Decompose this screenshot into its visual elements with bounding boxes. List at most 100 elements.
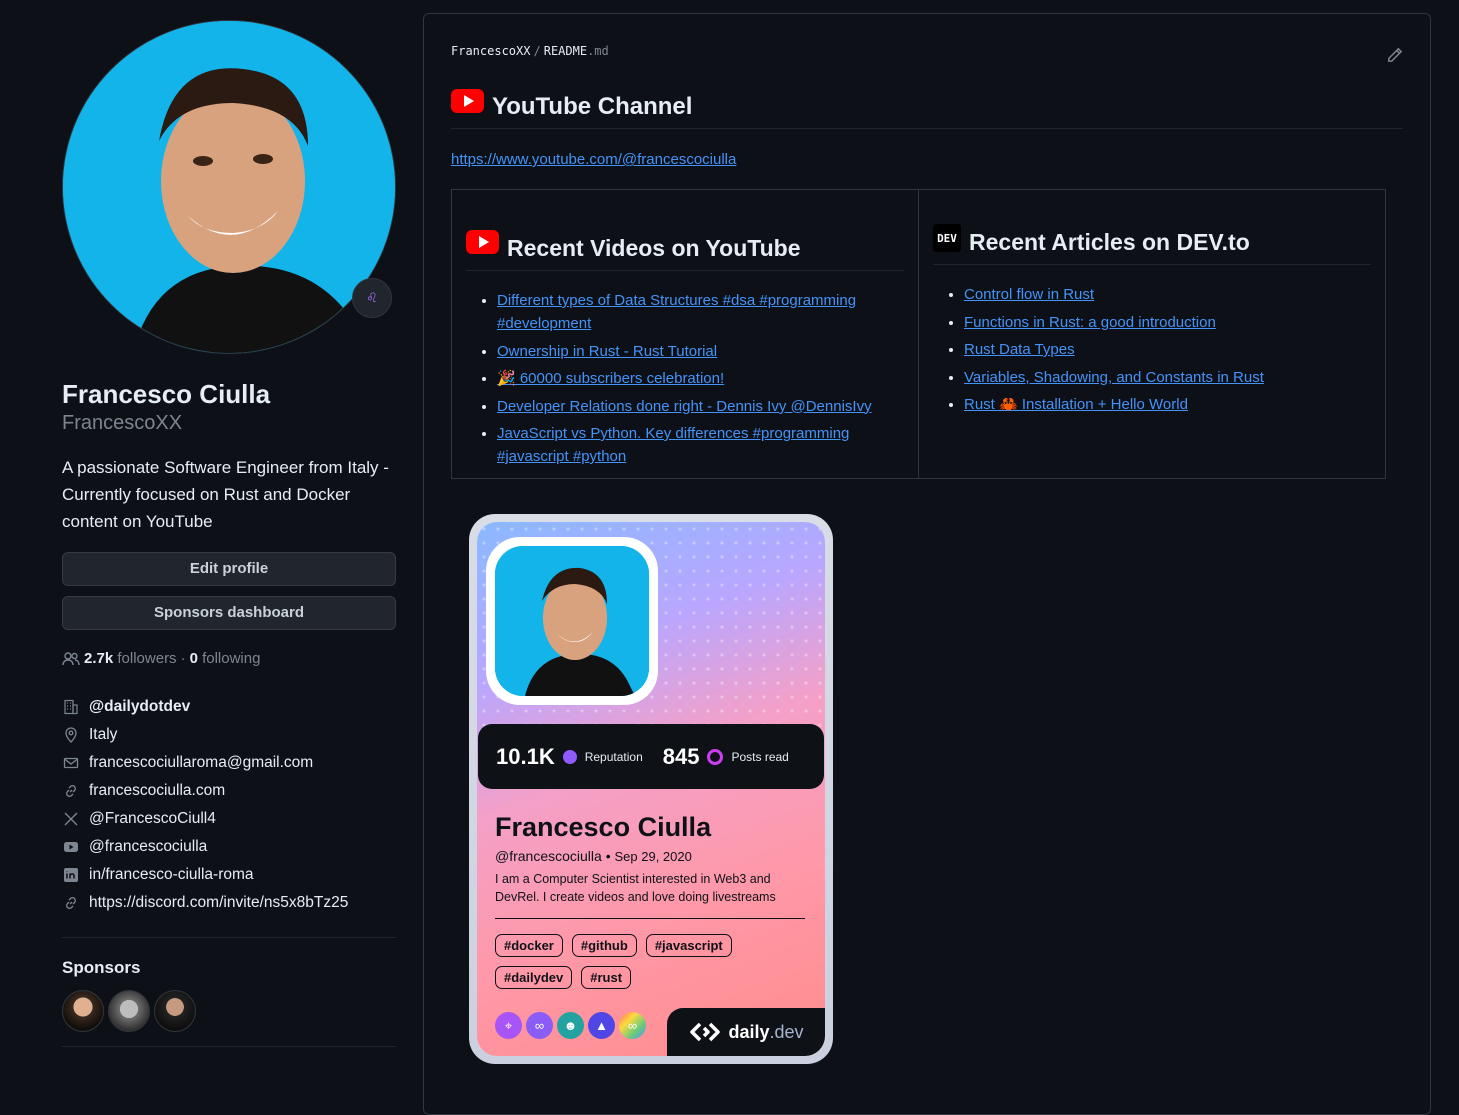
tag-rust: #rust (581, 966, 632, 989)
list-item: Developer Relations done right - Dennis … (497, 395, 904, 418)
readme-file-ext: .md (587, 44, 609, 58)
detail-youtube-text: @francescociulla (89, 838, 208, 855)
devcard-handle: @francescociulla (495, 848, 602, 864)
avatar-portrait (63, 21, 395, 353)
videos-heading: Recent Videos on YouTube (466, 226, 904, 271)
articles-heading-text: Recent Articles on DEV.to (969, 228, 1250, 255)
link-icon (62, 894, 80, 912)
detail-x[interactable]: @FrancescoCiull4 (62, 805, 396, 833)
article-link[interactable]: Functions in Rust: a good introduction (964, 314, 1216, 331)
videos-heading-text: Recent Videos on YouTube (507, 234, 801, 261)
article-link[interactable]: Variables, Shadowing, and Constants in R… (964, 369, 1264, 386)
devcard-joined: Sep 29, 2020 (614, 849, 692, 864)
posts-read-label: Posts read (731, 749, 789, 764)
followers-label: followers (117, 650, 177, 667)
articles-list: Control flow in Rust Functions in Rust: … (933, 283, 1371, 416)
profile-sidebar: ♌ Francesco Ciulla FrancescoXX A passion… (62, 20, 396, 1047)
videos-list: Different types of Data Structures #dsa … (466, 289, 904, 468)
crosshair-source-icon: ⌖ (495, 1012, 522, 1039)
people-icon (62, 651, 80, 665)
location-icon (62, 726, 80, 744)
followers-count: 2.7k (84, 650, 114, 667)
list-item: Rust Data Types (964, 338, 1371, 361)
stat-separator: · (180, 650, 186, 667)
readme-heading-text: YouTube Channel (492, 93, 693, 120)
posts-read-value: 845 (662, 743, 700, 769)
detail-x-text: @FrancescoCiull4 (89, 810, 216, 827)
sponsors-heading: Sponsors (62, 958, 141, 977)
readme-heading: YouTube Channel (451, 86, 1403, 129)
video-link[interactable]: Different types of Data Structures #dsa … (497, 292, 856, 332)
robot-source-icon: ☻ (557, 1012, 584, 1039)
videos-column: Recent Videos on YouTube Different types… (452, 190, 918, 478)
video-link[interactable]: JavaScript vs Python. Key differences #p… (497, 425, 849, 465)
status-emoji[interactable]: ♌ (352, 278, 392, 318)
breadcrumb-separator: / (533, 44, 541, 58)
video-link[interactable]: Developer Relations done right - Dennis … (497, 398, 872, 415)
reputation-value: 10.1K (496, 743, 555, 769)
devcard-divider (495, 918, 805, 919)
profile-details: @dailydotdev Italy francescociullaroma@g… (62, 693, 396, 917)
devcard-portrait (495, 546, 649, 696)
devcard-handle-line: @francescociulla • Sep 29, 2020 (495, 848, 692, 864)
dev-logo-icon: DEV (933, 224, 961, 252)
follow-stats: 2.7k followers · 0 following (62, 650, 396, 667)
devcard-photo-frame (486, 537, 658, 705)
detail-website[interactable]: francescociulla.com (62, 777, 396, 805)
video-link[interactable]: 🎉 60000 subscribers celebration! (497, 370, 724, 387)
devcard[interactable]: 10.1K Reputation 845 Posts read Francesc… (469, 514, 833, 1064)
daily-brand: daily (728, 1021, 770, 1042)
list-item: Different types of Data Structures #dsa … (497, 289, 904, 335)
reputation-label: Reputation (584, 749, 643, 764)
readme-table: Recent Videos on YouTube Different types… (451, 189, 1386, 479)
devcard-tags: #docker #github #javascript #dailydev #r… (495, 934, 805, 989)
article-link[interactable]: Rust 🦀 Installation + Hello World (964, 396, 1188, 413)
detail-linkedin-text: in/francesco-ciulla-roma (89, 866, 254, 883)
list-item: Rust 🦀 Installation + Hello World (964, 393, 1371, 416)
tag-javascript: #javascript (645, 934, 732, 957)
video-link[interactable]: Ownership in Rust - Rust Tutorial (497, 343, 717, 360)
avatar[interactable] (62, 20, 396, 354)
following-label: following (202, 650, 261, 667)
youtube-channel-link[interactable]: https://www.youtube.com/@francescociulla (451, 151, 736, 168)
list-item: Functions in Rust: a good introduction (964, 311, 1371, 334)
article-link[interactable]: Control flow in Rust (964, 286, 1094, 303)
readme-owner-link[interactable]: FrancescoXX (451, 44, 530, 58)
detail-location-text: Italy (89, 726, 118, 743)
detail-youtube[interactable]: @francescociulla (62, 833, 396, 861)
pencil-icon[interactable] (1386, 46, 1404, 64)
sidebar-divider (62, 1046, 396, 1047)
list-item: Variables, Shadowing, and Constants in R… (964, 366, 1371, 389)
following-link[interactable]: 0 following (190, 650, 261, 667)
detail-discord[interactable]: https://discord.com/invite/ns5x8bTz25 (62, 889, 396, 917)
article-link[interactable]: Rust Data Types (964, 341, 1075, 358)
daily-dev-icon (690, 1022, 721, 1042)
profile-full-name: Francesco Ciulla (62, 379, 271, 409)
detail-organization-text: @dailydotdev (89, 698, 191, 715)
tag-github: #github (571, 934, 637, 957)
devcard-stats: 10.1K Reputation 845 Posts read (478, 724, 824, 789)
sponsors-dashboard-button[interactable]: Sponsors dashboard (62, 596, 396, 630)
edit-profile-button[interactable]: Edit profile (62, 552, 396, 586)
avatar-wrapper: ♌ (62, 20, 396, 354)
youtube-logo-icon (451, 89, 484, 113)
detail-organization[interactable]: @dailydotdev (62, 693, 396, 721)
sponsor-avatar[interactable] (108, 990, 150, 1032)
devcard-name: Francesco Ciulla (495, 812, 712, 842)
youtube-logo-icon (466, 230, 499, 254)
daily-dev-logo: daily.dev (667, 1008, 825, 1056)
sponsor-avatar[interactable] (154, 990, 196, 1032)
devcard-body: 10.1K Reputation 845 Posts read Francesc… (477, 522, 825, 1056)
readme-file-name: README (543, 44, 588, 58)
detail-email[interactable]: francescociullaroma@gmail.com (62, 749, 396, 777)
profile-username: FrancescoXX (62, 412, 183, 434)
list-item: Control flow in Rust (964, 283, 1371, 306)
profile-bio: A passionate Software Engineer from Ital… (62, 458, 389, 531)
readme-breadcrumb: FrancescoXX / README.md (451, 44, 609, 58)
devcard-avatar (495, 546, 649, 696)
followers-link[interactable]: 2.7k followers (84, 650, 177, 667)
readme-panel: FrancescoXX / README.md YouTube Channel ht… (423, 13, 1431, 1115)
sponsor-avatars (62, 990, 396, 1032)
sponsor-avatar[interactable] (62, 990, 104, 1032)
detail-linkedin[interactable]: in/francesco-ciulla-roma (62, 861, 396, 889)
